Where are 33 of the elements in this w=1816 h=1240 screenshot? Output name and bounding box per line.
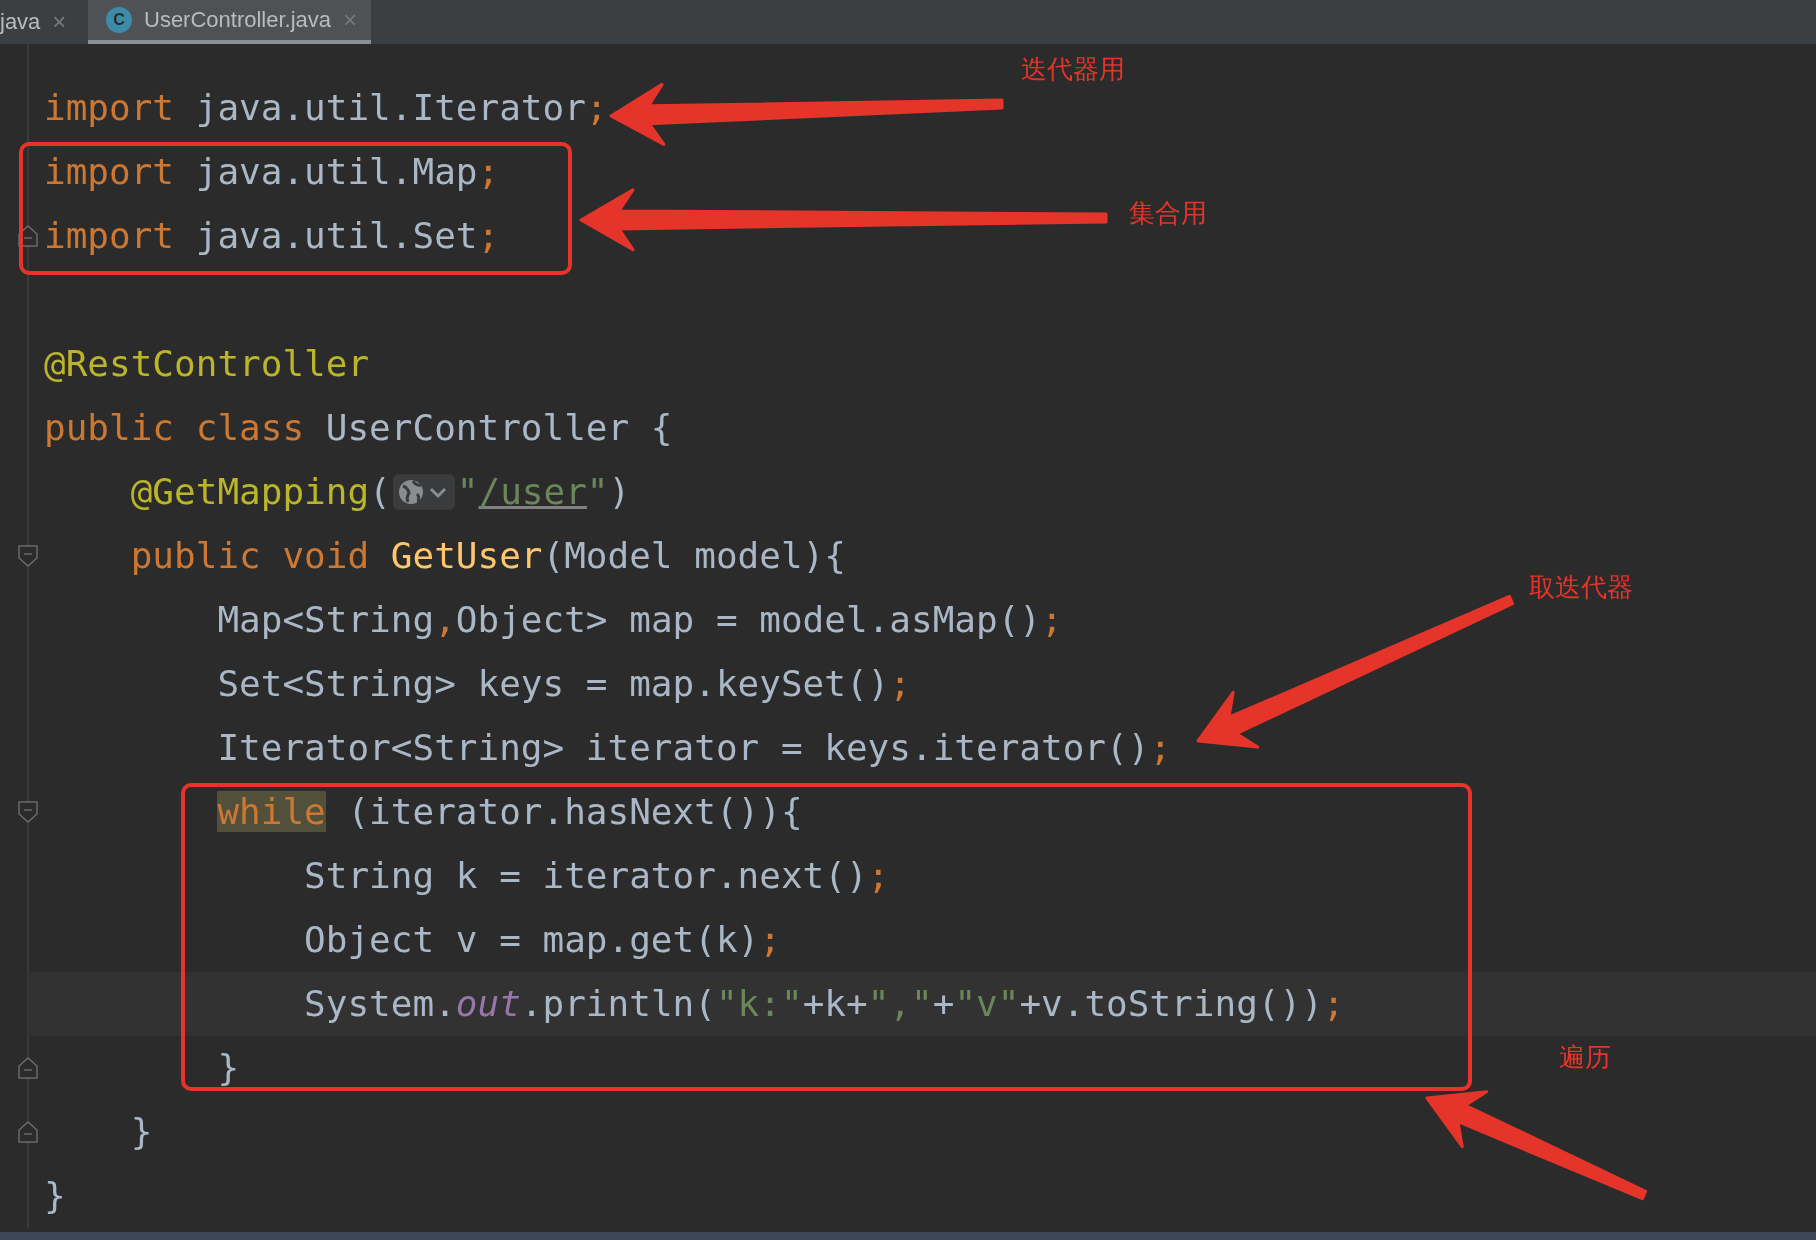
code-line: String k = iterator.next(); [303, 854, 890, 898]
fold-icon[interactable] [18, 1057, 38, 1079]
code-line: System.out.println("k:"+k+","+"v"+v.toString()); [303, 982, 1345, 1026]
code-line: @RestController [44, 342, 370, 386]
code-line: public class UserController { [44, 406, 673, 450]
globe-dropdown-icon[interactable] [392, 474, 455, 510]
annotation-label: 迭代器用 [1021, 53, 1125, 86]
fold-icon[interactable] [18, 801, 38, 823]
code-line: Iterator<String> iterator = keys.iterator(); [216, 726, 1172, 770]
class-icon: C [106, 7, 132, 33]
code-line: } [44, 1174, 66, 1218]
code-line: @GetMapping( [129, 470, 391, 514]
annotation-label: 取迭代器 [1529, 571, 1633, 604]
code-line: } [129, 1110, 153, 1154]
code-line: } [216, 1046, 240, 1090]
code-line: Map<String,Object> map = model.asMap(); [216, 598, 1063, 642]
fold-icon[interactable] [18, 545, 38, 567]
code-line: "/user") [456, 470, 631, 514]
file-tab[interactable]: java × [0, 0, 88, 44]
code-line: while (iterator.hasNext()){ [216, 790, 803, 834]
code-line: import java.util.Iterator; [44, 86, 608, 130]
code-line: Set<String> keys = map.keySet(); [216, 662, 911, 706]
annotation-label: 集合用 [1129, 197, 1207, 230]
tab-label: java [0, 9, 41, 35]
code-line: public void GetUser(Model model){ [129, 534, 846, 578]
tab-label: UserController.java [144, 7, 332, 33]
fold-icon[interactable] [18, 1121, 38, 1143]
annotation-label: 遍历 [1559, 1041, 1611, 1074]
file-tab[interactable]: C UserController.java × [88, 0, 372, 44]
close-icon[interactable]: × [52, 8, 67, 36]
code-line: import java.util.Set; [44, 214, 500, 258]
code-line: import java.util.Map; [44, 150, 500, 194]
code-line: Object v = map.get(k); [303, 918, 781, 962]
